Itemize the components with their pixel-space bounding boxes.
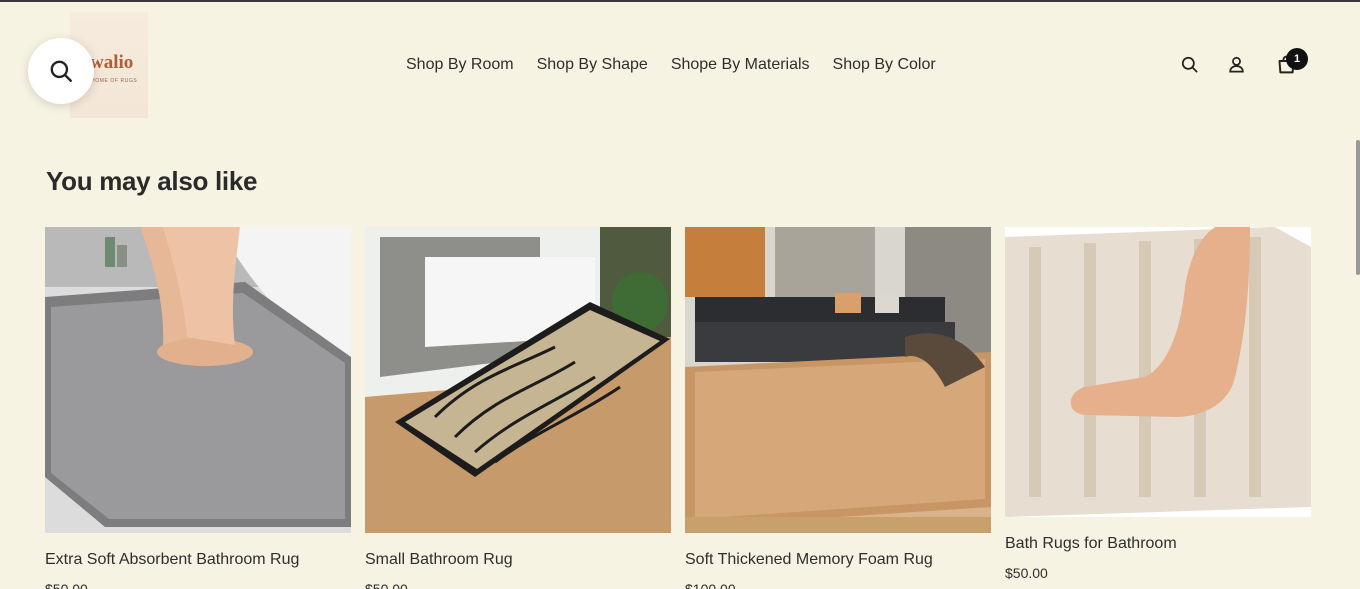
product-price: $50.00 bbox=[365, 581, 408, 589]
nav-shop-by-room[interactable]: Shop By Room bbox=[406, 56, 514, 74]
logo-text: walio bbox=[90, 52, 134, 73]
product-image[interactable] bbox=[685, 227, 991, 533]
page-scrollbar[interactable] bbox=[1356, 140, 1360, 275]
product-price: $50.00 bbox=[1005, 565, 1048, 581]
product-title[interactable]: Small Bathroom Rug bbox=[365, 551, 671, 569]
site-header: walio HOME OF RUGS Shop By Room Shop By … bbox=[0, 2, 1360, 122]
nav-shop-by-color[interactable]: Shop By Color bbox=[833, 56, 936, 74]
product-title[interactable]: Extra Soft Absorbent Bathroom Rug bbox=[45, 551, 351, 569]
product-card[interactable]: Soft Thickened Memory Foam Rug $100.00 bbox=[685, 227, 991, 589]
product-image[interactable] bbox=[45, 227, 351, 533]
floating-search-button[interactable] bbox=[28, 38, 94, 104]
product-card[interactable]: Bath Rugs for Bathroom $50.00 bbox=[1005, 227, 1311, 581]
product-price: $50.00 bbox=[45, 581, 88, 589]
search-icon bbox=[50, 60, 72, 82]
account-button[interactable] bbox=[1224, 52, 1248, 76]
product-card[interactable]: Small Bathroom Rug $50.00 bbox=[365, 227, 671, 589]
main-nav: Shop By Room Shop By Shape Shope By Mate… bbox=[406, 56, 936, 74]
product-card[interactable]: Extra Soft Absorbent Bathroom Rug $50.00 bbox=[45, 227, 351, 589]
account-icon bbox=[1228, 56, 1244, 72]
nav-shop-by-shape[interactable]: Shop By Shape bbox=[537, 56, 648, 74]
product-title[interactable]: Soft Thickened Memory Foam Rug bbox=[685, 551, 991, 569]
nav-shop-by-materials[interactable]: Shope By Materials bbox=[671, 56, 810, 74]
header-search-button[interactable] bbox=[1177, 52, 1201, 76]
product-image[interactable] bbox=[1005, 227, 1311, 517]
product-title[interactable]: Bath Rugs for Bathroom bbox=[1005, 535, 1311, 553]
search-icon bbox=[1181, 56, 1197, 72]
section-title: You may also like bbox=[46, 166, 258, 196]
logo-subtitle: HOME OF RUGS bbox=[91, 78, 138, 84]
cart-count-badge: 1 bbox=[1286, 48, 1308, 70]
product-image[interactable] bbox=[365, 227, 671, 533]
product-price: $100.00 bbox=[685, 581, 736, 589]
